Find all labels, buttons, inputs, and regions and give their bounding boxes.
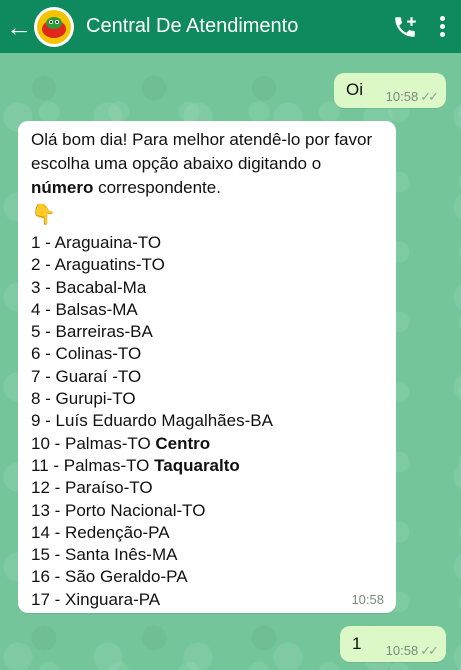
bold-word: número [31,178,94,197]
outgoing-message[interactable]: Oi 10:58 ✓✓ [334,73,446,108]
option-item: 3 - Bacabal-Ma [31,277,147,297]
message-text: 1 [352,634,362,653]
chat-header: ← Central De Atendimento [0,0,461,53]
message-text: Oi [346,80,363,99]
option-item: 1 - Araguaina-TO [31,233,162,252]
message-time: 10:58 [351,592,384,607]
option-item: 8 - Gurupi-TO [31,389,136,409]
option-item: 6 - Colinas-TO [31,344,142,364]
pointing-down-emoji: 👇 [31,204,56,226]
option-item: 4 - Balsas-MA [31,299,138,319]
outgoing-message[interactable]: 1 10:58 ✓✓ [340,626,446,662]
add-call-icon[interactable] [392,14,418,40]
message-time: 10:58 [385,643,419,658]
option-item: 14 - Redenção-PA [31,522,170,542]
double-check-icon: ✓✓ [420,89,439,104]
message-time: 10:58 [385,89,419,104]
arrow-left-icon[interactable]: ← [6,14,32,40]
chat-title[interactable]: Central De Atendimento [86,15,298,38]
option-item: 11 - Palmas-TO Taquaralto [31,455,240,475]
option-item: 9 - Luís Eduardo Magalhães-BA [31,411,273,431]
contact-avatar[interactable] [34,6,74,47]
option-item: 2 - Araguatins-TO [31,255,165,275]
option-item: 16 - São Geraldo-PA [31,567,188,587]
options-list: 1 - Araguaina-TO 2 - Araguatins-TO 3 - Bac… [31,232,386,611]
option-item: 15 - Santa Inês-MA [31,545,178,565]
option-item: 7 - Guaraí -TO [31,366,142,386]
incoming-message[interactable]: Olá bom dia! Para melhor atendê-lo por f… [18,121,396,613]
double-check-icon: ✓✓ [420,643,439,658]
logo-avatar [35,7,73,46]
option-item: 13 - Porto Nacional-TO [31,500,206,520]
option-item: 5 - Barreiras-BA [31,322,153,342]
message-intro: Olá bom dia! Para melhor atendê-lo por f… [31,130,373,197]
option-item: 12 - Paraíso-TO [31,478,153,498]
option-item: 10 - Palmas-TO Centro [31,433,211,453]
option-item: 17 - Xinguara-PA [31,589,161,609]
more-vert-icon[interactable] [440,13,445,40]
